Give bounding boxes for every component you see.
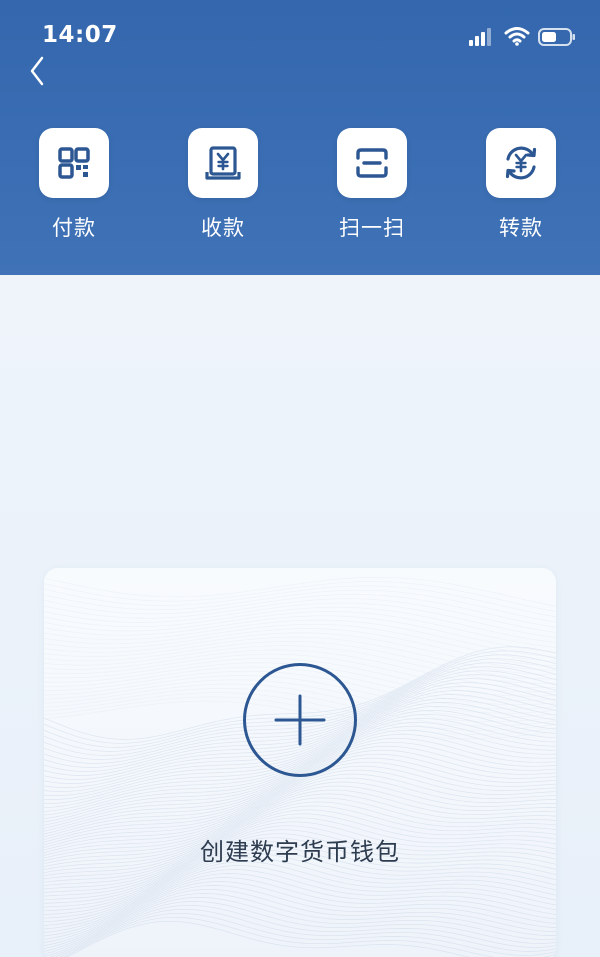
- pay-button[interactable]: 付款: [19, 128, 129, 248]
- guilloche-line: [44, 598, 556, 633]
- guilloche-line: [62, 916, 556, 957]
- guilloche-line: [44, 619, 556, 658]
- scan-tile: [337, 128, 407, 198]
- receive-label: 收款: [201, 216, 245, 240]
- yuan-exchange-icon: [505, 146, 537, 180]
- create-wallet-button[interactable]: [243, 663, 357, 777]
- header: 14:07 付款 收款 扫一扫 转款: [0, 0, 600, 275]
- scan-button[interactable]: 扫一扫: [317, 128, 427, 248]
- scan-frame-icon: [356, 148, 388, 178]
- qr-code-icon: [58, 147, 90, 179]
- pay-tile: [39, 128, 109, 198]
- back-button[interactable]: [22, 54, 52, 88]
- guilloche-line: [59, 912, 556, 957]
- chevron-left-icon: [30, 56, 44, 86]
- guilloche-line: [44, 576, 556, 607]
- pay-label: 付款: [52, 216, 96, 240]
- guilloche-line: [44, 594, 556, 628]
- guilloche-line: [44, 611, 556, 648]
- quick-actions: 付款 收款 扫一扫 转款: [0, 128, 600, 248]
- yuan-receipt-icon: [205, 146, 241, 180]
- scan-label: 扫一扫: [339, 216, 405, 240]
- status-bar: 14:07: [0, 0, 600, 60]
- guilloche-line: [44, 897, 556, 955]
- guilloche-line: [44, 581, 556, 612]
- create-wallet-label: 创建数字货币钱包: [200, 838, 400, 866]
- transfer-label: 转款: [499, 216, 543, 240]
- battery-icon: [538, 28, 575, 46]
- receive-button[interactable]: 收款: [168, 128, 278, 248]
- transfer-tile: [486, 128, 556, 198]
- plus-icon: [274, 694, 326, 746]
- wifi-icon: [504, 27, 530, 46]
- wallet-card[interactable]: 创建数字货币钱包: [44, 568, 556, 957]
- signal-icon: [469, 28, 491, 46]
- transfer-button[interactable]: 转款: [466, 128, 576, 248]
- receive-tile: [188, 128, 258, 198]
- status-time: 14:07: [42, 22, 118, 48]
